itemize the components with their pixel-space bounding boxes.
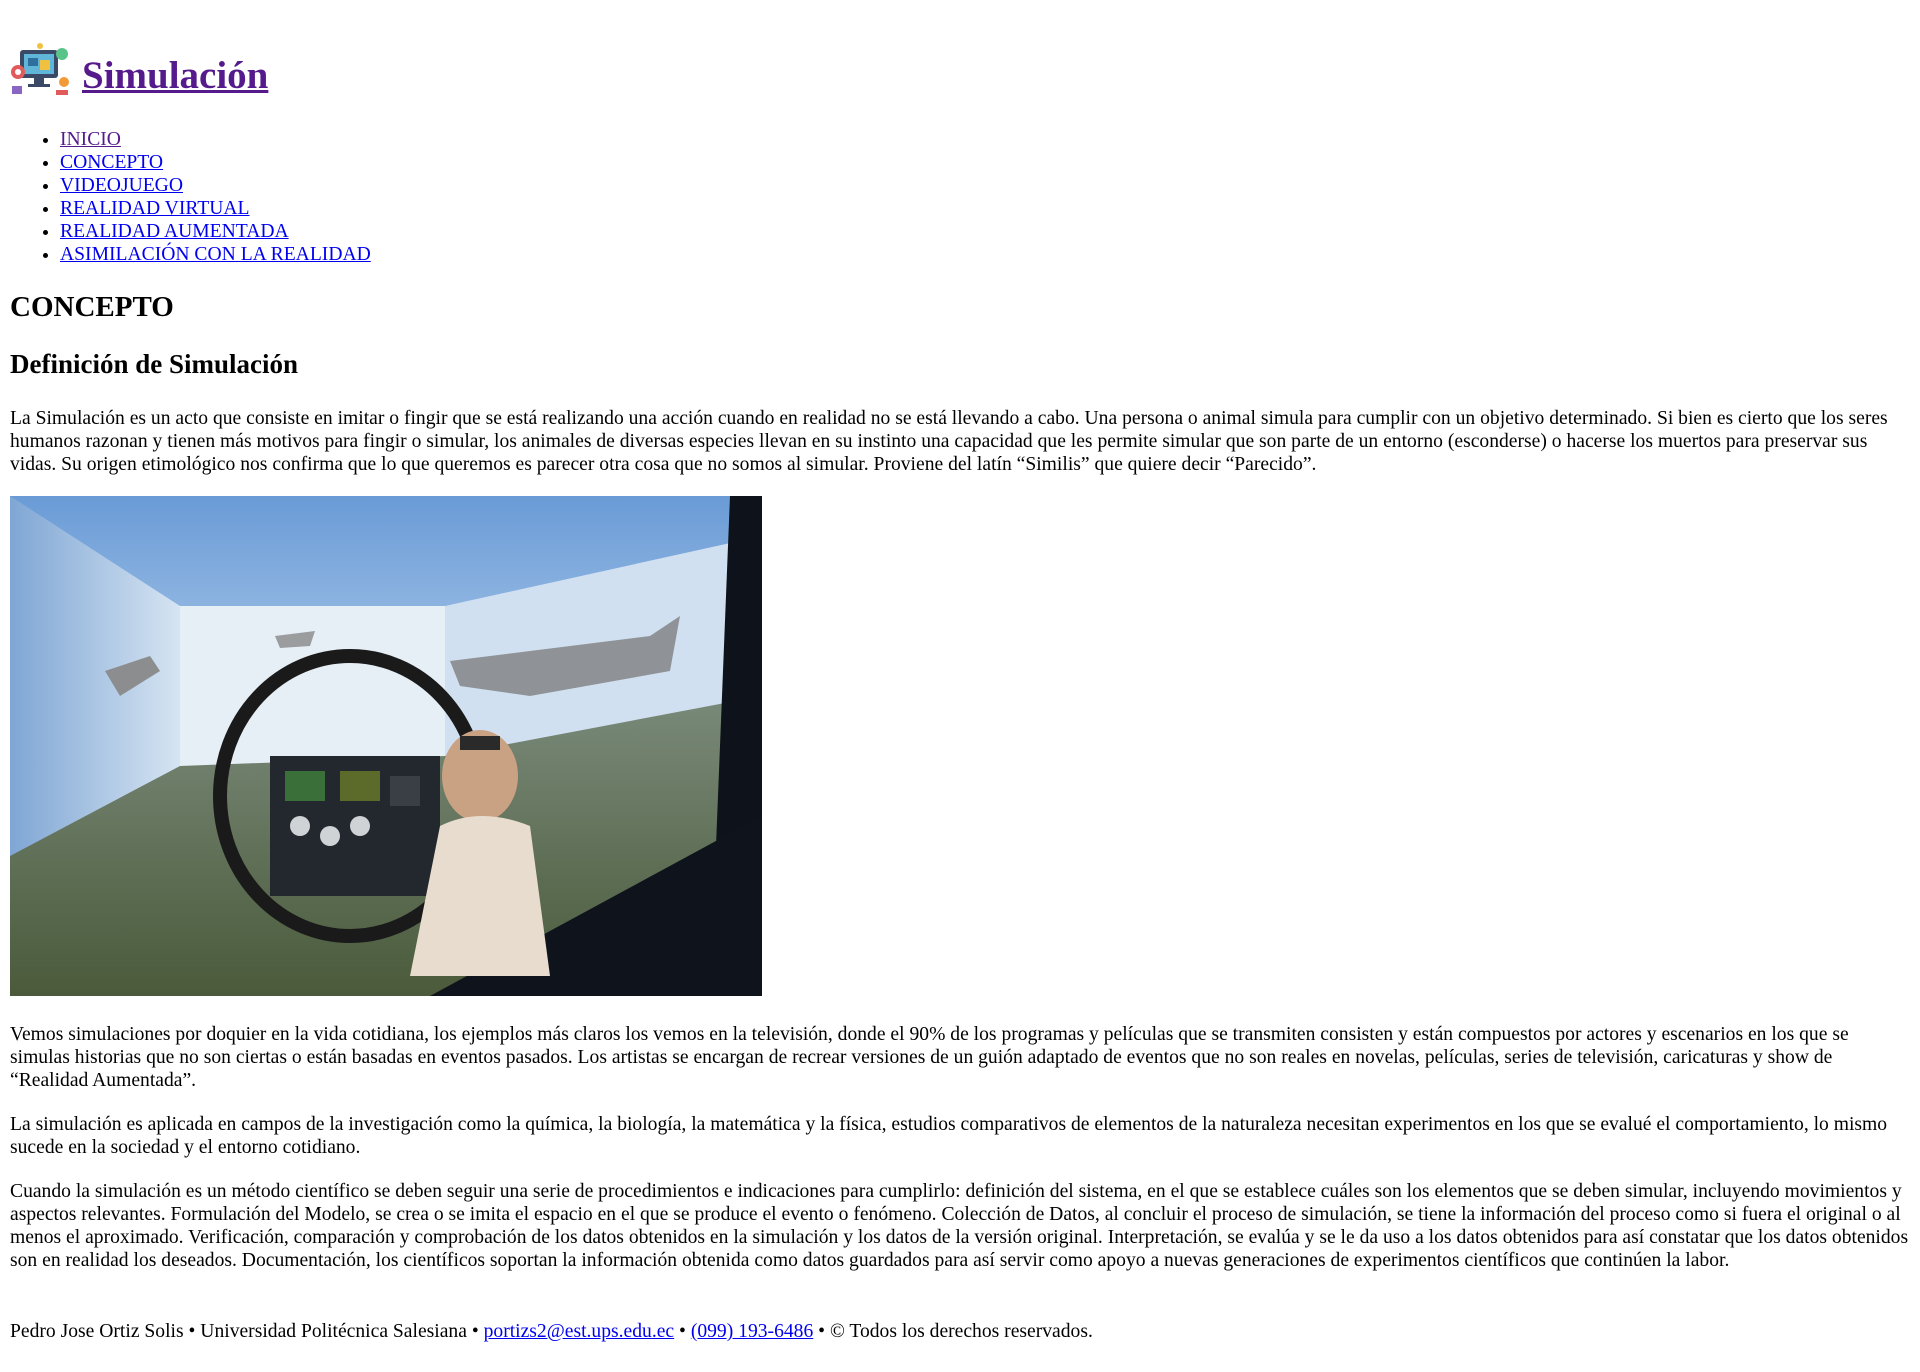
nav-item-asimilacion: ASIMILACIÓN CON LA REALIDAD: [60, 243, 1910, 266]
paragraph-method: Cuando la simulación es un método cientí…: [10, 1181, 1909, 1271]
nav-link-concepto[interactable]: CONCEPTO: [60, 152, 163, 173]
footer-separator: •: [674, 1321, 691, 1342]
nav-item-videojuego: VIDEOJUEGO: [60, 174, 1910, 197]
nav-item-inicio: INICIO: [60, 128, 1910, 151]
paragraph-fields: La simulación es aplicada en campos de l…: [10, 1114, 1888, 1158]
nav-link-asimilacion[interactable]: ASIMILACIÓN CON LA REALIDAD: [60, 244, 371, 265]
footer-separator: •: [183, 1321, 201, 1342]
footer-author: Pedro Jose Ortiz Solis: [10, 1321, 184, 1342]
flight-simulator-photo: [10, 496, 762, 996]
simulation-logo-icon: [10, 42, 72, 98]
section-title: CONCEPTO: [10, 291, 174, 323]
footer-separator: •: [466, 1321, 484, 1342]
nav-item-concepto: CONCEPTO: [60, 151, 1910, 174]
footer-phone-link[interactable]: (099) 193-6486: [691, 1321, 813, 1342]
main-nav: INICIO CONCEPTO VIDEOJUEGO REALIDAD VIRT…: [10, 128, 1910, 266]
footer-separator: •: [813, 1321, 830, 1342]
paragraph-examples: Vemos simulaciones por doquier en la vid…: [10, 1024, 1849, 1091]
site-title-link[interactable]: Simulación: [82, 54, 268, 98]
footer-email-link[interactable]: portizs2@est.ups.edu.ec: [484, 1321, 675, 1342]
site-footer: Pedro Jose Ortiz Solis • Universidad Pol…: [10, 1320, 1910, 1343]
nav-item-realidad-virtual: REALIDAD VIRTUAL: [60, 197, 1910, 220]
subsection-title: Definición de Simulación: [10, 349, 299, 379]
footer-university: Universidad Politécnica Salesiana: [200, 1321, 467, 1342]
nav-link-realidad-aumentada[interactable]: REALIDAD AUMENTADA: [60, 221, 289, 242]
nav-link-realidad-virtual[interactable]: REALIDAD VIRTUAL: [60, 198, 249, 219]
nav-item-realidad-aumentada: REALIDAD AUMENTADA: [60, 220, 1910, 243]
paragraph-intro: La Simulación es un acto que consiste en…: [10, 408, 1888, 475]
nav-link-videojuego[interactable]: VIDEOJUEGO: [60, 175, 183, 196]
nav-link-inicio[interactable]: INICIO: [60, 129, 121, 150]
footer-rights: © Todos los derechos reservados.: [829, 1321, 1093, 1342]
site-header: Simulación: [10, 0, 1910, 98]
page: Simulación INICIO CONCEPTO VIDEOJUEGO RE…: [0, 0, 1920, 1343]
main-content: CONCEPTO Definición de Simulación La Sim…: [10, 290, 1910, 1272]
